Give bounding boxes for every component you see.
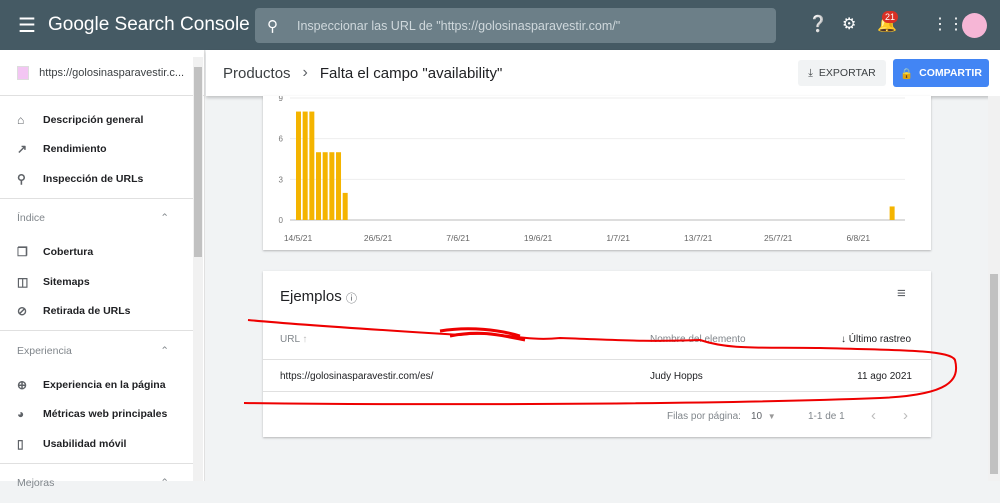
- red-annotation: [243, 319, 957, 406]
